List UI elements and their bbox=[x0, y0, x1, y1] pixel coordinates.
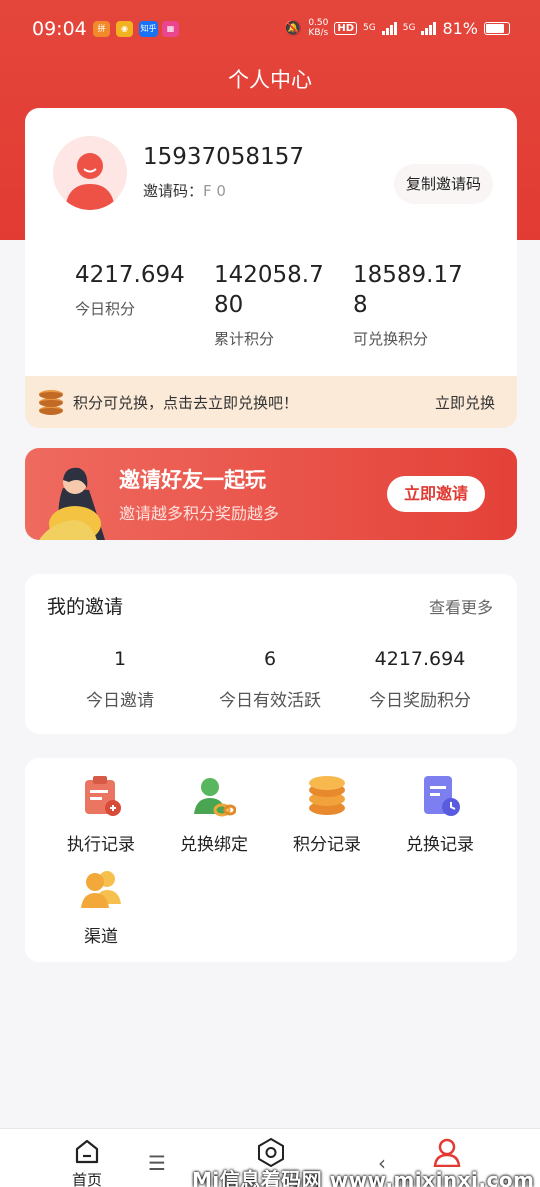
stat-today-points: 4217.694 今日积分 bbox=[75, 262, 185, 318]
hexagon-icon bbox=[258, 1137, 284, 1168]
menu-icon[interactable]: ☰ bbox=[148, 1151, 166, 1175]
invite-stat-reward: 4217.694 今日奖励积分 bbox=[369, 648, 471, 711]
network-type: 5G bbox=[363, 23, 376, 33]
profile-icon bbox=[433, 1138, 461, 1168]
weibo-icon: ◉ bbox=[116, 21, 133, 37]
profile-card: 15937058157 邀请码：F 0 复制邀请码 4217.694 今日积分 1… bbox=[25, 108, 517, 428]
document-clock-icon bbox=[424, 776, 460, 816]
invite-code: 邀请码：F 0 bbox=[143, 182, 226, 200]
nav-home[interactable]: 首页 bbox=[72, 1137, 102, 1187]
battery-percent: 81% bbox=[442, 18, 478, 38]
zhihu-icon: 知乎 bbox=[139, 21, 158, 37]
page-title: 个人中心 bbox=[228, 68, 312, 92]
invite-banner[interactable]: 邀请好友一起玩 邀请越多积分奖励越多 立即邀请 bbox=[25, 448, 517, 540]
hd-icon: HD bbox=[334, 21, 358, 35]
menu-item-points-record[interactable]: 积分记录 bbox=[271, 774, 383, 855]
notification-app-icon: ▦ bbox=[162, 21, 179, 37]
status-bar: 09:04 拼 ◉ 知乎 ▦ 🔕 0.50 KB/s HD 5G 5G 81% bbox=[0, 0, 540, 60]
avatar[interactable] bbox=[53, 136, 127, 210]
network-speed: 0.50 KB/s bbox=[308, 18, 329, 38]
invite-stat-active: 6 今日有效活跃 bbox=[219, 648, 321, 711]
mute-icon: 🔕 bbox=[283, 19, 303, 37]
status-right: 🔕 0.50 KB/s HD 5G 5G 81% bbox=[284, 18, 510, 38]
my-invite-card: 我的邀请 查看更多 1 今日邀请 6 今日有效活跃 4217.694 今日奖励积分 bbox=[25, 574, 517, 734]
signal-icon bbox=[381, 21, 397, 35]
exchange-text: 积分可兑换，点击去立即兑换吧！ bbox=[73, 393, 299, 412]
status-time: 09:04 bbox=[32, 18, 87, 40]
avatar-icon bbox=[65, 153, 115, 210]
invite-banner-title: 邀请好友一起玩 bbox=[119, 468, 266, 492]
watermark: Mi信息着码网 www.mixinxi.com bbox=[192, 1168, 535, 1187]
view-more-link[interactable]: 查看更多 bbox=[429, 594, 493, 618]
coins-icon bbox=[309, 776, 345, 815]
phone-number: 15937058157 bbox=[143, 144, 304, 170]
notification-app-icon: 拼 bbox=[93, 21, 110, 37]
battery-icon bbox=[484, 21, 510, 35]
menu-item-execution-record[interactable]: 执行记录 bbox=[45, 774, 157, 855]
girl-illustration-icon bbox=[39, 467, 105, 540]
user-link-icon bbox=[194, 778, 237, 817]
menu-item-channel[interactable]: 渠道 bbox=[45, 866, 157, 947]
stat-total-points: 142058.780 累计积分 bbox=[214, 262, 324, 348]
clipboard-icon bbox=[85, 776, 121, 816]
users-icon bbox=[81, 871, 121, 908]
my-invite-title: 我的邀请 bbox=[47, 596, 124, 618]
invite-banner-subtitle: 邀请越多积分奖励越多 bbox=[119, 504, 280, 523]
menu-item-exchange-binding[interactable]: 兑换绑定 bbox=[158, 774, 270, 855]
home-icon bbox=[75, 1139, 99, 1164]
coins-icon bbox=[39, 388, 63, 416]
exchange-bar[interactable]: 积分可兑换，点击去立即兑换吧！ 立即兑换 bbox=[25, 376, 517, 428]
exchange-now-button[interactable]: 立即兑换 bbox=[435, 392, 495, 413]
invite-now-button[interactable]: 立即邀请 bbox=[387, 476, 485, 512]
network-type: 5G bbox=[402, 23, 416, 33]
invite-stat-today: 1 今日邀请 bbox=[86, 648, 154, 711]
menu-grid: 执行记录 兑换绑定 积分记录 兑换记录 渠道 bbox=[25, 758, 517, 962]
copy-invite-code-button[interactable]: 复制邀请码 bbox=[393, 164, 493, 204]
menu-item-exchange-record[interactable]: 兑换记录 bbox=[384, 774, 496, 855]
stat-exchangeable-points: 18589.178 可兑换积分 bbox=[353, 262, 463, 348]
signal-icon bbox=[421, 21, 437, 35]
